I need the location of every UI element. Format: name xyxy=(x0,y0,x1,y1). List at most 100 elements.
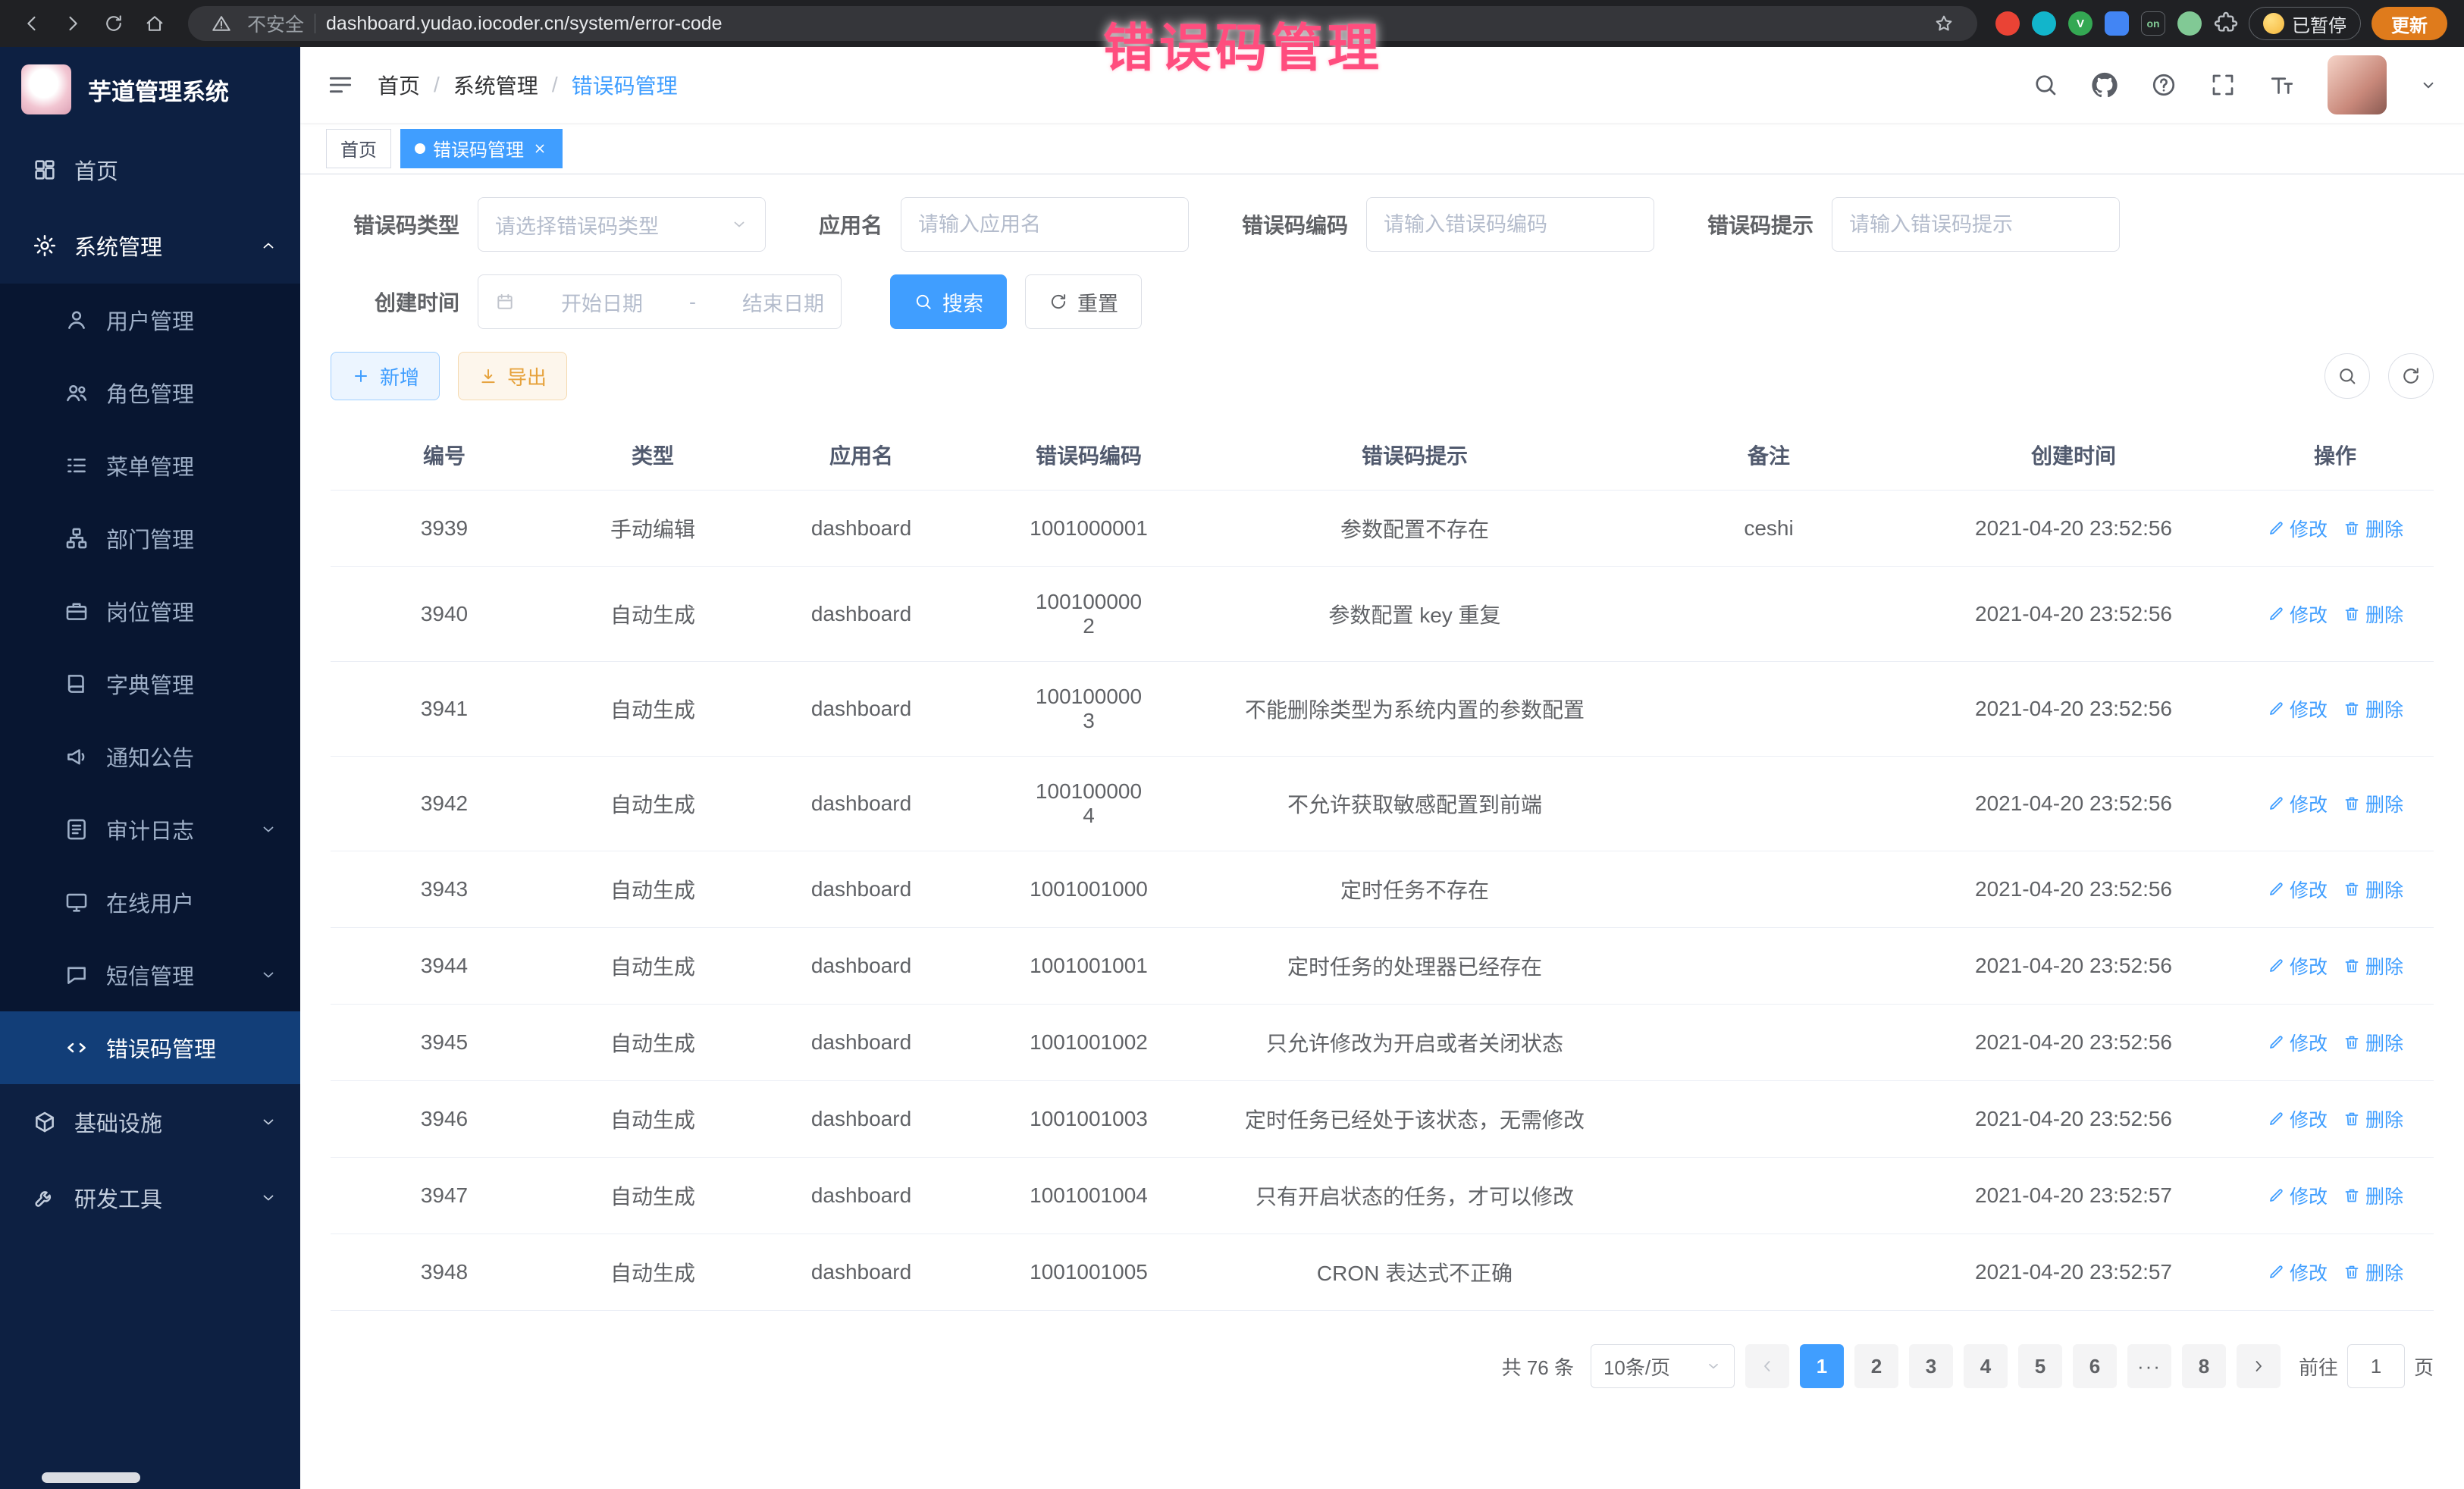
sidebar-item-研发工具[interactable]: 研发工具 xyxy=(0,1160,300,1236)
delete-link[interactable]: 删除 xyxy=(2343,695,2403,723)
font-size-icon[interactable] xyxy=(2268,71,2296,99)
delete-link[interactable]: 删除 xyxy=(2343,1259,2403,1286)
delete-link[interactable]: 删除 xyxy=(2343,876,2403,903)
sidebar-item-用户管理[interactable]: 用户管理 xyxy=(0,284,300,356)
hamburger-icon[interactable] xyxy=(326,71,355,99)
refresh-table-button[interactable] xyxy=(2388,353,2434,399)
extension-icon[interactable]: V xyxy=(2068,11,2093,36)
fullscreen-icon[interactable] xyxy=(2209,71,2237,99)
delete-link[interactable]: 删除 xyxy=(2343,1182,2403,1209)
export-button[interactable]: 导出 xyxy=(458,352,567,400)
paused-badge[interactable]: 已暂停 xyxy=(2249,7,2361,40)
chevron-down-icon xyxy=(259,237,277,255)
extension-icon[interactable] xyxy=(2105,11,2129,36)
date-range-picker[interactable]: 开始日期 - 结束日期 xyxy=(478,274,842,329)
delete-link[interactable]: 删除 xyxy=(2343,515,2403,542)
search-button-label: 搜索 xyxy=(942,287,983,317)
delete-link[interactable]: 删除 xyxy=(2343,600,2403,628)
edit-link[interactable]: 修改 xyxy=(2267,790,2328,817)
next-page-button[interactable] xyxy=(2237,1344,2281,1388)
app-title: 芋道管理系统 xyxy=(88,73,229,107)
edit-link[interactable]: 修改 xyxy=(2267,1029,2328,1056)
edit-link[interactable]: 修改 xyxy=(2267,1259,2328,1286)
caret-down-icon[interactable] xyxy=(2419,75,2438,95)
sidebar-item-短信管理[interactable]: 短信管理 xyxy=(0,939,300,1011)
toggle-search-button[interactable] xyxy=(2324,353,2370,399)
sidebar-item-字典管理[interactable]: 字典管理 xyxy=(0,647,300,720)
sidebar-item-菜单管理[interactable]: 菜单管理 xyxy=(0,429,300,502)
extension-icon[interactable] xyxy=(2177,11,2202,36)
sidebar-item-label: 岗位管理 xyxy=(106,595,194,627)
app-name-input[interactable] xyxy=(918,213,1171,237)
sidebar-item-label: 字典管理 xyxy=(106,668,194,700)
breadcrumb-item[interactable]: 系统管理 xyxy=(453,70,538,100)
edit-link[interactable]: 修改 xyxy=(2267,1182,2328,1209)
sidebar-item-部门管理[interactable]: 部门管理 xyxy=(0,502,300,575)
page-number-button[interactable]: 6 xyxy=(2073,1344,2117,1388)
error-type-select[interactable]: 请选择错误码类型 xyxy=(478,197,766,252)
cell-app: dashboard xyxy=(748,757,975,851)
view-tab-首页[interactable]: 首页 xyxy=(326,129,391,168)
error-hint-input[interactable] xyxy=(1849,213,2102,237)
error-code-input[interactable] xyxy=(1384,213,1637,237)
prev-page-button[interactable] xyxy=(1745,1344,1789,1388)
browser-home-button[interactable] xyxy=(140,8,170,39)
delete-link[interactable]: 删除 xyxy=(2343,1105,2403,1133)
edit-link[interactable]: 修改 xyxy=(2267,515,2328,542)
page-numbers: 123456···8 xyxy=(1800,1344,2226,1388)
github-icon[interactable] xyxy=(2091,71,2118,99)
extension-icon[interactable] xyxy=(2032,11,2056,36)
extension-icon[interactable] xyxy=(1995,11,2020,36)
help-icon[interactable] xyxy=(2150,71,2177,99)
page-size-select[interactable]: 10条/页 xyxy=(1591,1344,1735,1388)
browser-back-button[interactable] xyxy=(17,8,47,39)
sidebar-item-岗位管理[interactable]: 岗位管理 xyxy=(0,575,300,647)
sidebar-item-系统管理[interactable]: 系统管理 xyxy=(0,208,300,284)
extension-on-icon[interactable]: on xyxy=(2141,11,2165,36)
edit-link[interactable]: 修改 xyxy=(2267,1105,2328,1133)
browser-forward-button[interactable] xyxy=(58,8,88,39)
add-button[interactable]: 新增 xyxy=(331,352,440,400)
sidebar-item-基础设施[interactable]: 基础设施 xyxy=(0,1084,300,1160)
avatar[interactable] xyxy=(2328,55,2387,114)
edit-link[interactable]: 修改 xyxy=(2267,695,2328,723)
sidebar-item-审计日志[interactable]: 审计日志 xyxy=(0,793,300,866)
address-bar[interactable]: 不安全 dashboard.yudao.iocoder.cn/system/er… xyxy=(188,6,1977,41)
search-icon[interactable] xyxy=(2032,71,2059,99)
search-icon xyxy=(914,292,933,312)
search-button[interactable]: 搜索 xyxy=(890,274,1007,329)
scrollbar-thumb[interactable] xyxy=(42,1472,140,1483)
delete-link[interactable]: 删除 xyxy=(2343,1029,2403,1056)
more-pages-button[interactable]: ··· xyxy=(2127,1344,2171,1388)
page-number-button[interactable]: 4 xyxy=(1964,1344,2008,1388)
breadcrumb-item[interactable]: 首页 xyxy=(378,70,420,100)
sidebar-item-在线用户[interactable]: 在线用户 xyxy=(0,866,300,939)
extensions-puzzle-icon[interactable] xyxy=(2214,11,2238,36)
table-row: 3946自动生成dashboard1001001003定时任务已经处于该状态，无… xyxy=(331,1081,2434,1158)
sidebar-item-角色管理[interactable]: 角色管理 xyxy=(0,356,300,429)
app-logo[interactable]: 芋道管理系统 xyxy=(0,47,300,132)
tab-close-icon[interactable] xyxy=(531,140,548,157)
page-number-button[interactable]: 8 xyxy=(2182,1344,2226,1388)
page-number-button[interactable]: 3 xyxy=(1909,1344,1953,1388)
sidebar-item-错误码管理[interactable]: 错误码管理 xyxy=(0,1011,300,1084)
page-number-button[interactable]: 2 xyxy=(1854,1344,1898,1388)
edit-link[interactable]: 修改 xyxy=(2267,876,2328,903)
delete-link[interactable]: 删除 xyxy=(2343,790,2403,817)
view-tab-错误码管理[interactable]: 错误码管理 xyxy=(400,129,563,168)
edit-link[interactable]: 修改 xyxy=(2267,600,2328,628)
browser-reload-button[interactable] xyxy=(99,8,129,39)
calendar-icon xyxy=(495,292,515,312)
sidebar-item-首页[interactable]: 首页 xyxy=(0,132,300,208)
reset-button[interactable]: 重置 xyxy=(1025,274,1142,329)
bookmark-star-icon[interactable] xyxy=(1929,8,1959,39)
page-number-button[interactable]: 1 xyxy=(1800,1344,1844,1388)
star-icon xyxy=(1933,13,1955,34)
edit-link[interactable]: 修改 xyxy=(2267,952,2328,980)
goto-page-input[interactable] xyxy=(2347,1344,2405,1388)
page-number-button[interactable]: 5 xyxy=(2018,1344,2062,1388)
delete-link[interactable]: 删除 xyxy=(2343,952,2403,980)
browser-update-button[interactable]: 更新 xyxy=(2372,7,2447,40)
table-row: 3943自动生成dashboard1001001000定时任务不存在2021-0… xyxy=(331,851,2434,928)
sidebar-item-通知公告[interactable]: 通知公告 xyxy=(0,720,300,793)
